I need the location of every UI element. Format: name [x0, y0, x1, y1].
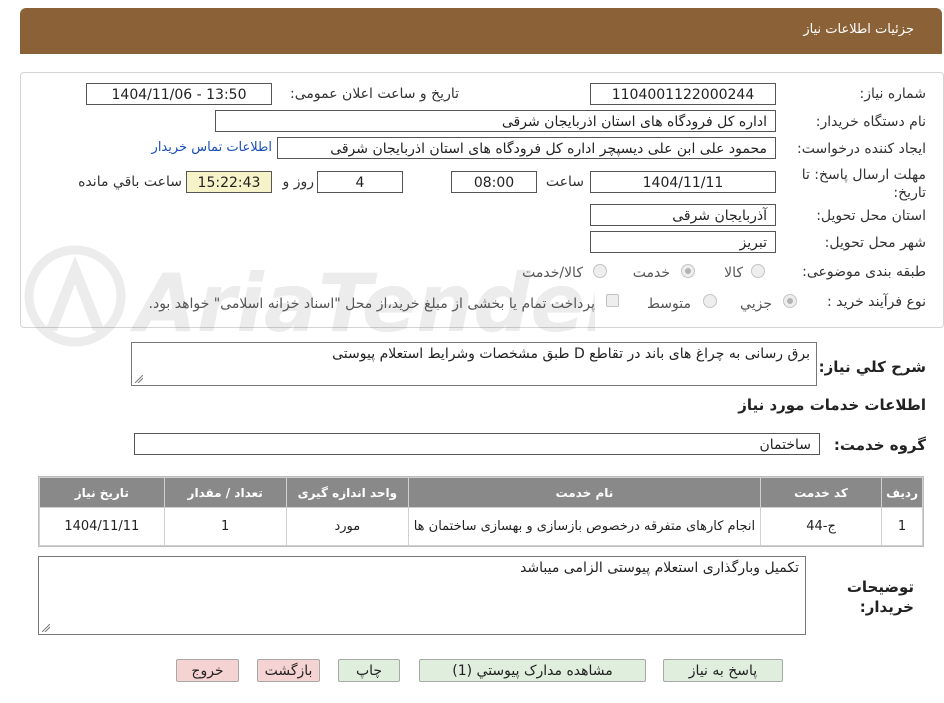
exit-button[interactable]: خروج	[176, 659, 239, 682]
category-option-goods-radio[interactable]	[751, 264, 765, 278]
process-option-partial-radio[interactable]	[783, 294, 797, 308]
process-type-label: نوع فرآیند خرید :	[827, 294, 926, 310]
services-table: رديف کد خدمت نام خدمت واحد اندازه گيری ت…	[38, 476, 924, 547]
delivery-province-field: آذربایجان شرقی	[590, 204, 776, 226]
treasury-payment-note: پرداخت تمام یا بخشی از مبلغ خرید،از محل …	[148, 296, 595, 312]
announce-datetime-label: تاریخ و ساعت اعلان عمومی:	[290, 86, 459, 102]
category-label: طبقه بندی موضوعی:	[802, 264, 926, 280]
days-label: روز و	[282, 174, 315, 190]
cell-service-name: انجام کارهای متفرقه درخصوص بازسازی و بهس…	[408, 508, 760, 545]
table-row: 1 ج-44 انجام کارهای متفرقه درخصوص بازساز…	[40, 508, 922, 545]
need-number-label: شماره نیاز:	[859, 86, 927, 102]
print-button[interactable]: چاپ	[338, 659, 400, 682]
reply-button[interactable]: پاسخ به نیاز	[663, 659, 783, 682]
treasury-payment-checkbox[interactable]	[606, 294, 619, 307]
category-option-goods-label: کالا	[724, 265, 743, 281]
process-option-partial-label: جزیي	[740, 296, 772, 312]
cell-quantity: 1	[164, 508, 286, 545]
requester-field: محمود علی ابن علی دیسپچر اداره کل فرودگا…	[277, 137, 776, 159]
page-title: جزئیات اطلاعات نیاز	[803, 22, 914, 37]
deadline-label: مهلت ارسال پاسخ: تا تاریخ:	[801, 167, 926, 201]
col-service-name: نام خدمت	[408, 478, 760, 507]
deadline-date-field: 1404/11/11	[590, 171, 776, 193]
back-button[interactable]: بازگشت	[257, 659, 320, 682]
cell-row-number: 1	[882, 508, 922, 545]
col-row-number: رديف	[882, 478, 922, 507]
category-option-service-label: خدمت	[632, 265, 670, 281]
category-option-service-radio[interactable]	[681, 264, 695, 278]
view-attachments-button[interactable]: مشاهده مدارک پیوستي (1)	[419, 659, 646, 682]
cell-need-date: 1404/11/11	[40, 508, 164, 545]
col-quantity: تعداد / مقدار	[164, 478, 286, 507]
service-group-label: گروه خدمت:	[833, 436, 926, 454]
col-need-date: تاريخ نياز	[40, 478, 164, 507]
description-text: برق رسانی به چراغ های باند در تقاطع D طب…	[332, 346, 810, 362]
requester-label: ایجاد کننده درخواست:	[797, 141, 926, 157]
delivery-city-field: تبریز	[590, 231, 776, 253]
announce-datetime-field: 1404/11/06 - 13:50	[86, 83, 272, 105]
table-header-row: رديف کد خدمت نام خدمت واحد اندازه گيری ت…	[40, 478, 922, 507]
cell-unit: مورد	[286, 508, 408, 545]
resize-grip-icon[interactable]	[135, 375, 143, 383]
col-unit: واحد اندازه گيری	[286, 478, 408, 507]
col-service-code: کد خدمت	[760, 478, 882, 507]
page-header: جزئیات اطلاعات نیاز	[20, 8, 942, 54]
description-field: برق رسانی به چراغ های باند در تقاطع D طب…	[131, 342, 817, 386]
delivery-city-label: شهر محل تحویل:	[824, 235, 926, 251]
buyer-notes-field: تکمیل وبارگذاری استعلام پیوستی الزامی می…	[38, 556, 806, 635]
category-option-both-label: کالا/خدمت	[522, 265, 583, 281]
buyer-contact-link[interactable]: اطلاعات تماس خریدار	[152, 140, 272, 155]
buyer-notes-label: توضیحات خریدار:	[846, 578, 914, 616]
buyer-org-label: نام دستگاه خریدار:	[815, 114, 926, 130]
delivery-province-label: استان محل تحویل:	[816, 208, 926, 224]
deadline-time-label: ساعت	[545, 174, 584, 190]
resize-grip-icon[interactable]	[42, 624, 50, 632]
description-label: شرح کلي نياز:	[818, 358, 926, 376]
category-option-both-radio[interactable]	[593, 264, 607, 278]
cell-service-code: ج-44	[760, 508, 882, 545]
process-option-medium-label: متوسط	[647, 296, 691, 312]
remaining-days-field: 4	[317, 171, 403, 193]
process-option-medium-radio[interactable]	[703, 294, 717, 308]
service-group-field: ساختمان	[134, 433, 820, 455]
services-section-title: اطلاعات خدمات مورد نياز	[738, 396, 926, 414]
remaining-time-label: ساعت باقي مانده	[78, 174, 182, 190]
buyer-notes-text: تکمیل وبارگذاری استعلام پیوستی الزامی می…	[520, 560, 799, 576]
deadline-time-field: 08:00	[451, 171, 537, 193]
remaining-time-field: 15:22:43	[186, 171, 272, 193]
buyer-org-field: اداره کل فرودگاه های استان اذربایجان شرق…	[215, 110, 776, 132]
need-number-field: 1104001122000244	[590, 83, 776, 105]
